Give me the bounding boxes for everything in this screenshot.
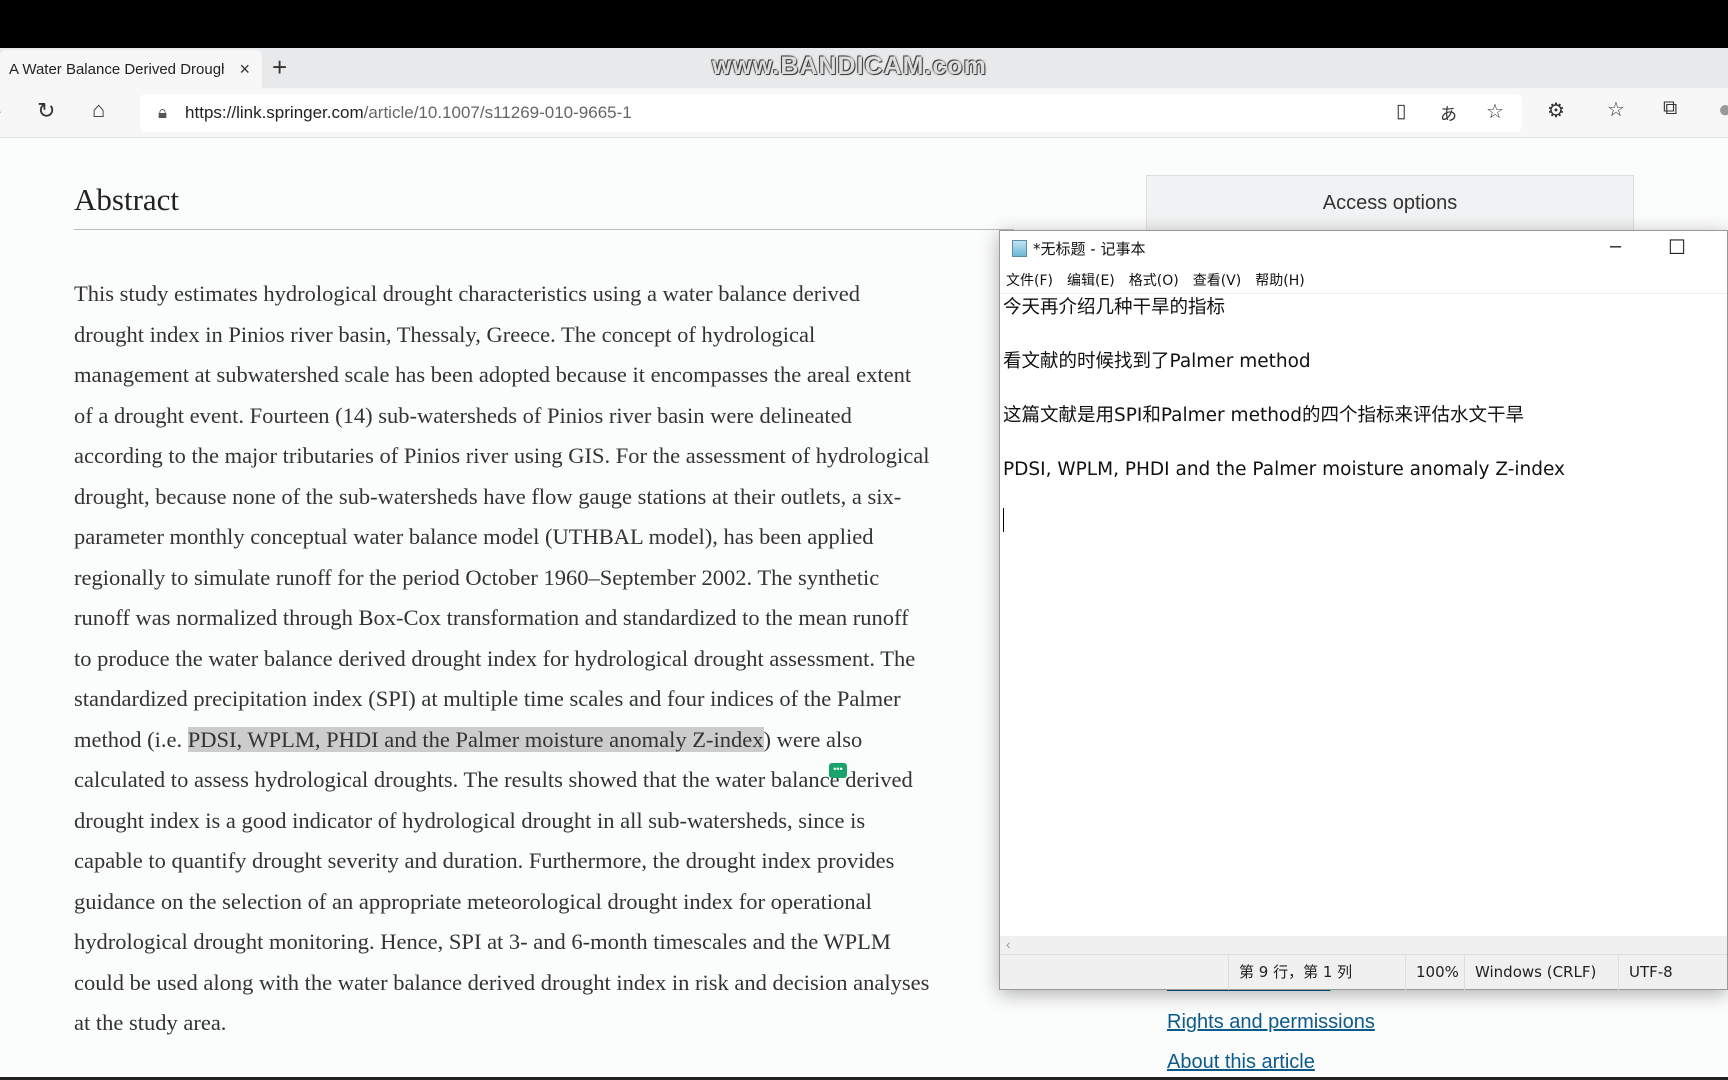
maximize-icon[interactable]: ☐ [1668, 235, 1686, 260]
profile-avatar[interactable]: ● [1718, 96, 1728, 124]
text-cursor [1003, 508, 1004, 532]
watermark: www.BANDICAM.com [712, 52, 987, 80]
abstract-line: guidance on the selection of an appropri… [74, 888, 872, 914]
abstract-line: This study estimates hydrological drough… [74, 281, 860, 306]
notepad-icon [1012, 240, 1027, 257]
menu-bar: 文件(F) 编辑(E) 格式(O) 查看(V) 帮助(H) [1000, 266, 1727, 294]
horizontal-scrollbar[interactable]: ‹ [1000, 936, 1727, 954]
abstract-line: management at subwatershed scale has bee… [74, 362, 912, 387]
abstract-line: drought, because none of the sub-watersh… [74, 483, 902, 509]
about-article-link[interactable]: About this article [1167, 1051, 1315, 1074]
notepad-window: *无标题 - 记事本 – ☐ 文件(F) 编辑(E) 格式(O) 查看(V) 帮… [999, 230, 1728, 990]
abstract-line: could be used along with the water balan… [74, 969, 930, 995]
abstract-line: to produce the water balance derived dro… [74, 645, 916, 671]
menu-format[interactable]: 格式(O) [1129, 270, 1179, 290]
menu-edit[interactable]: 编辑(E) [1067, 270, 1115, 290]
abstract-line: drought index is a good indicator of hyd… [74, 807, 866, 833]
status-bar: 第 9 行，第 1 列 100% Windows (CRLF) UTF-8 [1000, 954, 1727, 990]
collections-icon[interactable]: ⧉ [1663, 97, 1677, 120]
screen-top-bar [0, 0, 1728, 48]
line-ending: Windows (CRLF) [1464, 955, 1596, 990]
abstract-line: at the study area. [74, 1010, 227, 1035]
chat-icon[interactable]: ••• [829, 763, 847, 778]
abstract-line: parameter monthly conceptual water balan… [74, 524, 874, 549]
lock-icon[interactable]: 🔒︎ [158, 103, 167, 123]
text: method (i.e. [74, 726, 188, 752]
back-icon[interactable]: › [0, 98, 1, 124]
abstract-line: hydrological drought monitoring. Hence, … [74, 929, 891, 954]
translate-icon[interactable]: あ [1440, 100, 1457, 125]
text-line: PDSI, WPLM, PHDI and the Palmer moisture… [1003, 459, 1566, 480]
reader-view-icon[interactable]: ▯ [1396, 100, 1406, 123]
rights-permissions-link[interactable]: Rights and permissions [1167, 1011, 1375, 1034]
abstract-line: capable to quantify drought severity and… [74, 848, 895, 873]
add-favorite-icon[interactable]: ☆ [1486, 99, 1504, 124]
abstract-line: runoff was normalized through Box-Cox tr… [74, 605, 909, 630]
access-options-button[interactable]: Access options [1146, 175, 1634, 231]
abstract-line: according to the major tributaries of Pi… [74, 443, 930, 468]
cursor-position: 第 9 行，第 1 列 [1228, 955, 1352, 990]
address-bar[interactable]: 🔒︎ https://link.springer.com/article/10.… [140, 94, 1522, 132]
text: ) were also [763, 726, 863, 752]
abstract-text: This study estimates hydrological drough… [74, 274, 1014, 1044]
menu-view[interactable]: 查看(V) [1193, 270, 1242, 290]
new-tab-button[interactable]: + [272, 52, 287, 83]
abstract-line: method (i.e. PDSI, WPLM, PHDI and the Pa… [74, 720, 1014, 761]
close-tab-icon[interactable]: × [239, 59, 250, 80]
text-line: 看文献的时候找到了Palmer method [1003, 351, 1311, 372]
tab-title: A Water Balance Derived Drought Index [9, 60, 224, 78]
abstract-line: regionally to simulate runoff for the pe… [74, 564, 880, 590]
menu-help[interactable]: 帮助(H) [1255, 270, 1304, 290]
abstract-line: standardized precipitation index (SPI) a… [74, 686, 901, 711]
encoding: UTF-8 [1618, 955, 1673, 990]
url-path: /article/10.1007/s11269-010-9665-1 [363, 103, 632, 122]
menu-file[interactable]: 文件(F) [1006, 270, 1053, 290]
abstract-line: calculated to assess hydrological drough… [74, 767, 913, 792]
window-title: *无标题 - 记事本 [1033, 240, 1146, 258]
browser-tab[interactable]: A Water Balance Derived Drought Index × [0, 50, 262, 88]
notepad-text-area[interactable]: 今天再介绍几种干旱的指标 看文献的时候找到了Palmer method 这篇文献… [1003, 291, 1565, 507]
text-line: 这篇文献是用SPI和Palmer method的四个指标来评估水文干旱 [1003, 405, 1524, 426]
favorites-icon[interactable]: ☆ [1607, 97, 1625, 122]
extensions-icon[interactable]: ⚙ [1547, 98, 1565, 123]
minimize-icon[interactable]: – [1610, 235, 1621, 258]
abstract-line: drought index in Pinios river basin, The… [74, 321, 816, 347]
refresh-icon[interactable]: ↻ [37, 98, 55, 124]
divider [74, 229, 1014, 230]
home-icon[interactable]: ⌂ [92, 97, 105, 123]
selected-text[interactable]: PDSI, WPLM, PHDI and the Palmer moisture… [187, 726, 764, 752]
text-line: 今天再介绍几种干旱的指标 [1003, 297, 1226, 318]
address-row: › ↻ ⌂ 🔒︎ https://link.springer.com/artic… [0, 88, 1728, 138]
abstract-line: of a drought event. Fourteen (14) sub-wa… [74, 402, 852, 428]
abstract-heading: Abstract [74, 182, 180, 217]
zoom-level: 100% [1405, 955, 1459, 990]
url-host: https://link.springer.com [185, 103, 364, 122]
